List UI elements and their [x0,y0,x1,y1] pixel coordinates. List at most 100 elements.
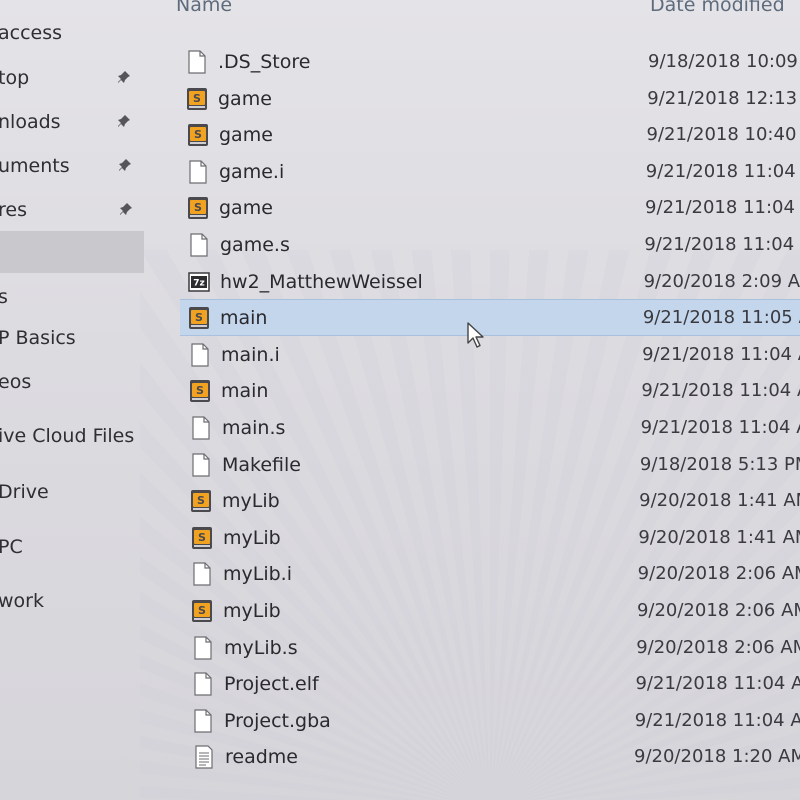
file-name: hw2_MatthewWeissel [220,270,423,293]
file-row[interactable]: .DS_Store 9/18/2018 10:09 [178,43,800,80]
pin-icon[interactable] [119,202,133,216]
file-date-modified: 9/21/2018 11:04 [645,197,795,218]
svg-text:S: S [193,92,201,105]
nav-item-quick-access[interactable]: access [0,18,150,48]
file-row[interactable]: Smain 9/21/2018 11:05 A [180,299,800,336]
sublime-file-icon: S [191,599,213,623]
file-date-modified: 9/21/2018 11:04 [644,234,795,255]
file-row[interactable]: SmyLib 9/20/2018 1:41 AM [183,519,800,556]
svg-text:S: S [194,201,202,214]
column-header-date-modified[interactable]: Date modified [650,0,785,16]
navigation-pane: access top nloads uments res s P Basics … [0,0,150,800]
file-row[interactable]: Project.gba 9/21/2018 11:04 A [184,702,800,739]
file-name: myLib [223,526,281,549]
nav-item-label: P Basics [0,327,76,349]
sublime-file-icon: S [188,306,210,330]
file-date-modified: 9/20/2018 1:41 AM [638,527,800,548]
svg-text:S: S [198,531,206,544]
file-date-modified: 9/21/2018 11:04 A [635,673,800,694]
svg-text:S: S [197,494,205,507]
svg-text:S: S [198,604,206,617]
file-row[interactable]: main.s 9/21/2018 11:04 A [182,409,800,446]
blank-file-icon [187,159,209,184]
nav-item-folder[interactable]: s [0,282,150,312]
file-row[interactable]: game.s 9/21/2018 11:04 [180,226,800,263]
file-name: myLib.i [223,562,292,585]
file-date-modified: 9/21/2018 11:04 [645,161,796,182]
file-row[interactable]: SmyLib 9/20/2018 1:41 AM [182,482,800,519]
file-row[interactable]: SmyLib 9/20/2018 2:06 AM [183,592,800,629]
file-date-modified: 9/20/2018 2:06 AM [636,637,800,658]
file-name: myLib [222,489,280,512]
file-date-modified: 9/21/2018 11:05 A [642,307,800,328]
nav-item-label: access [0,22,63,44]
nav-item-label: eos [0,371,32,393]
file-row[interactable]: myLib.i 9/20/2018 2:06 AM [183,555,800,592]
file-name: game [218,87,272,110]
file-row[interactable]: readme 9/20/2018 1:20 AM [185,738,800,775]
file-date-modified: 9/21/2018 12:13 [647,88,798,109]
sublime-file-icon: S [191,526,213,550]
nav-item-label: uments [0,155,70,177]
pin-icon[interactable] [117,70,131,84]
svg-text:7z: 7z [193,278,205,288]
nav-selected-highlight[interactable] [0,231,144,273]
file-date-modified: 9/21/2018 11:04 A [641,380,800,401]
file-date-modified: 9/21/2018 11:04 A [634,710,800,731]
nav-item-label: s [0,286,8,308]
nav-item-onedrive[interactable]: Drive [0,477,150,507]
sublime-file-icon: S [189,379,211,403]
file-name: main.i [221,343,280,366]
file-row[interactable]: 7z hw2_MatthewWeissel 9/20/2018 2:09 A [180,263,800,300]
sublime-file-icon: S [187,123,209,147]
blank-file-icon [186,49,208,74]
nav-item-creative-cloud-files[interactable]: ive Cloud Files [0,421,150,451]
svg-text:S: S [195,311,203,324]
nav-item-label: PC [0,536,23,558]
7z-archive-icon: 7z [188,270,210,294]
pin-icon[interactable] [118,158,132,172]
sublime-file-icon: S [190,489,212,513]
mouse-cursor-icon [467,322,484,348]
nav-item-basics[interactable]: P Basics [0,323,150,353]
file-row[interactable]: myLib.s 9/20/2018 2:06 AM [184,629,800,666]
file-name: game [219,123,273,146]
column-header-name[interactable]: Name [176,0,232,16]
file-name: game.i [219,160,285,183]
blank-file-icon [190,415,212,440]
file-date-modified: 9/21/2018 10:40 [646,124,797,145]
nav-item-label: res [0,199,27,221]
nav-item-label: ive Cloud Files [0,425,135,447]
file-name: myLib.s [224,636,298,659]
nav-item-label: work [0,590,44,612]
file-row[interactable]: main.i 9/21/2018 11:04 A [181,336,800,373]
file-row[interactable]: Smain 9/21/2018 11:04 A [181,372,800,409]
pin-icon[interactable] [117,114,131,128]
file-name: readme [225,745,298,768]
file-row[interactable]: Sgame 9/21/2018 12:13 [178,80,800,117]
file-date-modified: 9/18/2018 5:13 PM [639,454,800,475]
sublime-file-icon: S [187,196,209,220]
nav-item-network[interactable]: work [0,586,150,616]
file-date-modified: 9/20/2018 2:09 A [643,271,800,292]
file-name: game [219,196,273,219]
file-row[interactable]: Sgame 9/21/2018 11:04 [179,189,800,226]
file-name: Project.gba [224,709,331,732]
blank-file-icon [192,635,214,660]
file-name: main [221,379,269,402]
nav-item-label: top [0,67,30,89]
nav-item-videos[interactable]: eos [0,367,150,397]
file-row[interactable]: Sgame 9/21/2018 10:40 [179,116,800,153]
blank-file-icon [190,452,212,477]
text-file-icon [193,744,215,769]
nav-item-label: nloads [0,111,61,133]
nav-item-this-pc[interactable]: PC [0,532,150,562]
file-date-modified: 9/21/2018 11:04 A [642,344,800,365]
file-name: main [220,306,268,329]
file-row[interactable]: game.i 9/21/2018 11:04 [179,153,800,190]
file-row[interactable]: Makefile 9/18/2018 5:13 PM [182,446,800,483]
file-row[interactable]: Project.elf 9/21/2018 11:04 A [184,665,800,702]
blank-file-icon [188,232,210,257]
file-name: myLib [223,599,281,622]
file-explorer-window: access top nloads uments res s P Basics … [0,0,800,800]
